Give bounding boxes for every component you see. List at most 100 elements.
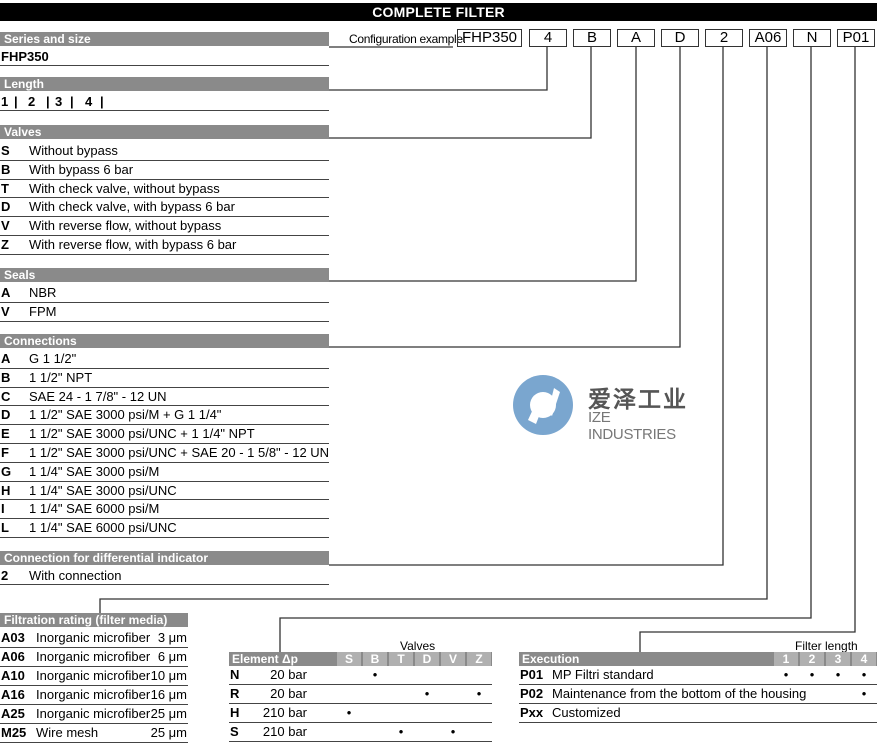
valves-desc: With reverse flow, without bypass (29, 218, 222, 234)
length-separator: | (100, 94, 104, 109)
connections-desc: 1 1/4" SAE 3000 psi/M (29, 463, 160, 479)
compatibility-mark: • (476, 686, 482, 701)
connections-code: E (1, 426, 10, 442)
length-value: 1 (1, 94, 9, 109)
config-code-box: B (573, 29, 611, 47)
connections-desc: 1 1/4" SAE 6000 psi/M (29, 501, 160, 517)
length-value: 2 (28, 94, 36, 109)
length-value: 3 (55, 94, 63, 109)
filtration-code: A03 (1, 630, 25, 645)
filtration-media: Inorganic microfiber (36, 706, 151, 721)
filtration-media: Wire mesh (36, 725, 99, 740)
ize-logo-icon (513, 375, 573, 435)
valves-desc: With check valve, without bypass (29, 180, 220, 196)
execution-column-header: 4 (852, 652, 876, 666)
compatibility-mark: • (372, 667, 378, 682)
element-header-bar: Element Δp SBTDVZ (229, 652, 492, 666)
filtration-code: A25 (1, 706, 25, 721)
valves-code: D (1, 199, 11, 215)
length-values-row: 1 | 2 | 3 | 4 | (0, 93, 329, 111)
seals-desc: FPM (29, 304, 57, 319)
section-header-connections: Connections (0, 334, 329, 348)
filtration-row: A25 Inorganic microfiber 25 μm (0, 705, 188, 724)
compatibility-mark: • (450, 724, 456, 739)
execution-desc: MP Filtri standard (552, 667, 654, 682)
config-code-box: D (661, 29, 699, 47)
connector-valves (329, 47, 592, 139)
section-header-valves: Valves (0, 125, 329, 139)
connections-code: H (1, 482, 11, 498)
connections-row: F 1 1/2" SAE 3000 psi/UNC + SAE 20 - 1 5/… (0, 444, 329, 463)
execution-code: P02 (520, 686, 544, 701)
element-code: R (230, 686, 240, 701)
connections-code: A (1, 351, 11, 366)
length-separator: | (46, 94, 50, 109)
element-column-header: V (441, 652, 465, 666)
filtration-media: Inorganic microfiber (36, 649, 151, 664)
section-header-length: Length (0, 77, 329, 91)
compatibility-mark: • (424, 686, 430, 701)
length-value: 4 (85, 94, 93, 109)
execution-column-header: 2 (800, 652, 824, 666)
series-value: FHP350 (1, 49, 49, 64)
filtration-row: A03 Inorganic microfiber 3 μm (0, 629, 188, 648)
element-dp-value: 20 bar (270, 686, 307, 701)
filtration-rating: 16 μm (150, 687, 187, 702)
connections-row: A G 1 1/2" (0, 350, 329, 369)
series-value-row: FHP350 (0, 48, 329, 66)
element-dp-value: 210 bar (262, 724, 307, 739)
filtration-rating: 6 μm (157, 649, 187, 664)
config-code-box: A06 (749, 29, 787, 47)
filtration-row: M25 Wire mesh 25 μm (0, 724, 188, 743)
execution-column-header: 3 (826, 652, 850, 666)
length-separator: | (14, 94, 18, 109)
seals-code: V (1, 304, 10, 319)
element-group-label: Valves (400, 639, 436, 653)
watermark-logo: 爱泽工业 IZE INDUSTRIES (510, 372, 700, 443)
connections-row: D 1 1/2" SAE 3000 psi/M + G 1 1/4" (0, 406, 329, 426)
connector-length (329, 47, 548, 91)
compatibility-mark: • (398, 724, 404, 739)
connector-connections (329, 47, 681, 348)
section-header-filtration: Filtration rating (filter media) (0, 613, 188, 627)
config-example-label: Configuration example: (349, 32, 466, 46)
element-column-header: B (363, 652, 387, 666)
execution-column-header: 1 (774, 652, 798, 666)
connections-row: H 1 1/4" SAE 3000 psi/UNC (0, 482, 329, 501)
config-code-box: 4 (529, 29, 567, 47)
config-code-box: P01 (837, 29, 875, 47)
seals-desc: NBR (29, 285, 57, 300)
valves-code: B (1, 161, 11, 177)
compatibility-mark: • (809, 667, 815, 682)
valves-desc: With reverse flow, with bypass 6 bar (29, 237, 237, 252)
valves-code: Z (1, 237, 9, 252)
diff_indicator-code: 2 (1, 568, 9, 583)
compatibility-mark: • (861, 686, 867, 701)
element-row: N 20 bar • (229, 666, 492, 685)
connections-code: I (1, 501, 5, 517)
connections-desc: 1 1/4" SAE 3000 psi/UNC (29, 482, 177, 498)
connections-code: L (1, 520, 9, 536)
execution-group-label: Filter length (795, 639, 858, 653)
connector-diff-indicator (329, 47, 724, 566)
connector-execution (639, 47, 856, 652)
filtration-row: A06 Inorganic microfiber 6 μm (0, 648, 188, 667)
filtration-rating: 3 μm (157, 630, 187, 645)
diff_indicator-row: 2 With connection (0, 567, 329, 585)
connections-desc: 1 1/4" SAE 6000 psi/UNC (29, 520, 177, 536)
element-column-header: T (389, 652, 413, 666)
valves-row: T With check valve, without bypass (0, 180, 329, 199)
connections-row: C SAE 24 - 1 7/8" - 12 UN (0, 388, 329, 407)
filtration-code: A10 (1, 668, 25, 683)
filtration-media: Inorganic microfiber (36, 630, 151, 645)
element-dp-value: 210 bar (262, 705, 307, 720)
element-row: R 20 bar • • (229, 685, 492, 704)
connections-row: B 1 1/2" NPT (0, 369, 329, 388)
element-row: H 210 bar • (229, 704, 492, 723)
valves-code: S (1, 143, 10, 158)
connections-desc: 1 1/2" SAE 3000 psi/M + G 1 1/4" (29, 407, 222, 423)
element-row: S 210 bar • • (229, 723, 492, 742)
filtration-rating: 25 μm (150, 725, 187, 740)
connections-desc: 1 1/2" NPT (29, 369, 93, 385)
execution-row: Pxx Customized (519, 704, 877, 723)
